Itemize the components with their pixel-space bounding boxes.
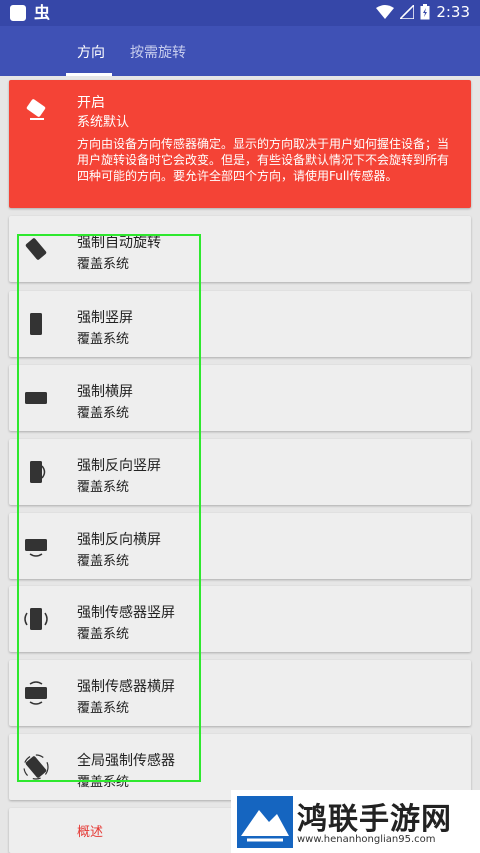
row-subtitle: 覆盖系统 bbox=[77, 627, 130, 642]
row-subtitle: 覆盖系统 bbox=[77, 480, 130, 495]
sensor-landscape-icon bbox=[21, 678, 51, 708]
row-subtitle: 覆盖系统 bbox=[77, 701, 130, 716]
bug-notification-icon: 虫 bbox=[34, 3, 51, 22]
row-title: 开启 bbox=[77, 95, 105, 111]
row-title: 强制自动旋转 bbox=[77, 235, 161, 251]
overview-label: 概述 bbox=[77, 825, 104, 840]
battery-icon bbox=[420, 4, 430, 20]
tab-orientation[interactable]: 方向 bbox=[77, 42, 105, 62]
wifi-icon bbox=[376, 5, 395, 19]
portrait-icon bbox=[21, 309, 51, 339]
clock: 2:33 bbox=[436, 3, 470, 21]
orientation-option-portrait[interactable]: 强制竖屏 覆盖系统 bbox=[9, 291, 471, 357]
orientation-option-sensor-landscape[interactable]: 强制传感器横屏 覆盖系统 bbox=[9, 660, 471, 726]
row-title: 强制反向横屏 bbox=[77, 532, 161, 548]
tab-on-demand-rotation[interactable]: 按需旋转 bbox=[130, 42, 186, 62]
watermark-logo-icon bbox=[237, 796, 293, 848]
row-subtitle: 覆盖系统 bbox=[77, 332, 130, 347]
orientation-option-sensor-portrait[interactable]: 强制传感器竖屏 覆盖系统 bbox=[9, 586, 471, 652]
tab-bar: 方向 按需旋转 bbox=[0, 26, 480, 76]
eraser-icon bbox=[21, 94, 51, 124]
orientation-option-reverse-landscape[interactable]: 强制反向横屏 覆盖系统 bbox=[9, 513, 471, 579]
row-title: 强制横屏 bbox=[77, 384, 133, 400]
row-title: 全局强制传感器 bbox=[77, 753, 175, 769]
row-title: 强制传感器竖屏 bbox=[77, 605, 175, 621]
orientation-option-auto-rotate[interactable]: 强制自动旋转 覆盖系统 bbox=[9, 216, 471, 282]
row-subtitle: 覆盖系统 bbox=[77, 554, 130, 569]
auto-rotate-icon bbox=[21, 234, 51, 264]
reverse-landscape-icon bbox=[21, 531, 51, 561]
row-subtitle: 系统默认 bbox=[77, 115, 130, 130]
app-notification-icon bbox=[10, 5, 26, 21]
row-title: 强制竖屏 bbox=[77, 310, 133, 326]
status-bar: 虫 2:33 bbox=[0, 0, 480, 26]
watermark: 鸿联手游网 www.henanhonglian95.com bbox=[231, 790, 480, 853]
reverse-portrait-icon bbox=[21, 457, 51, 487]
full-sensor-icon bbox=[21, 752, 51, 782]
row-subtitle: 覆盖系统 bbox=[77, 406, 130, 421]
signal-icon bbox=[400, 5, 415, 19]
row-title: 强制反向竖屏 bbox=[77, 458, 161, 474]
orientation-option-reverse-portrait[interactable]: 强制反向竖屏 覆盖系统 bbox=[9, 439, 471, 505]
watermark-text: 鸿联手游网 bbox=[297, 802, 452, 837]
orientation-option-system-default[interactable]: 开启 系统默认 方向由设备方向传感器确定。显示的方向取决于用户如何握住设备；当用… bbox=[9, 80, 471, 208]
row-title: 强制传感器横屏 bbox=[77, 679, 175, 695]
tab-indicator bbox=[66, 73, 112, 76]
row-subtitle: 覆盖系统 bbox=[77, 775, 130, 790]
watermark-url: www.henanhonglian95.com bbox=[297, 834, 436, 845]
row-subtitle: 覆盖系统 bbox=[77, 257, 130, 272]
row-description: 方向由设备方向传感器确定。显示的方向取决于用户如何握住设备；当用户旋转设备时它会… bbox=[77, 137, 450, 183]
sensor-portrait-icon bbox=[21, 604, 51, 634]
orientation-option-landscape[interactable]: 强制横屏 覆盖系统 bbox=[9, 365, 471, 431]
landscape-icon bbox=[21, 383, 51, 413]
